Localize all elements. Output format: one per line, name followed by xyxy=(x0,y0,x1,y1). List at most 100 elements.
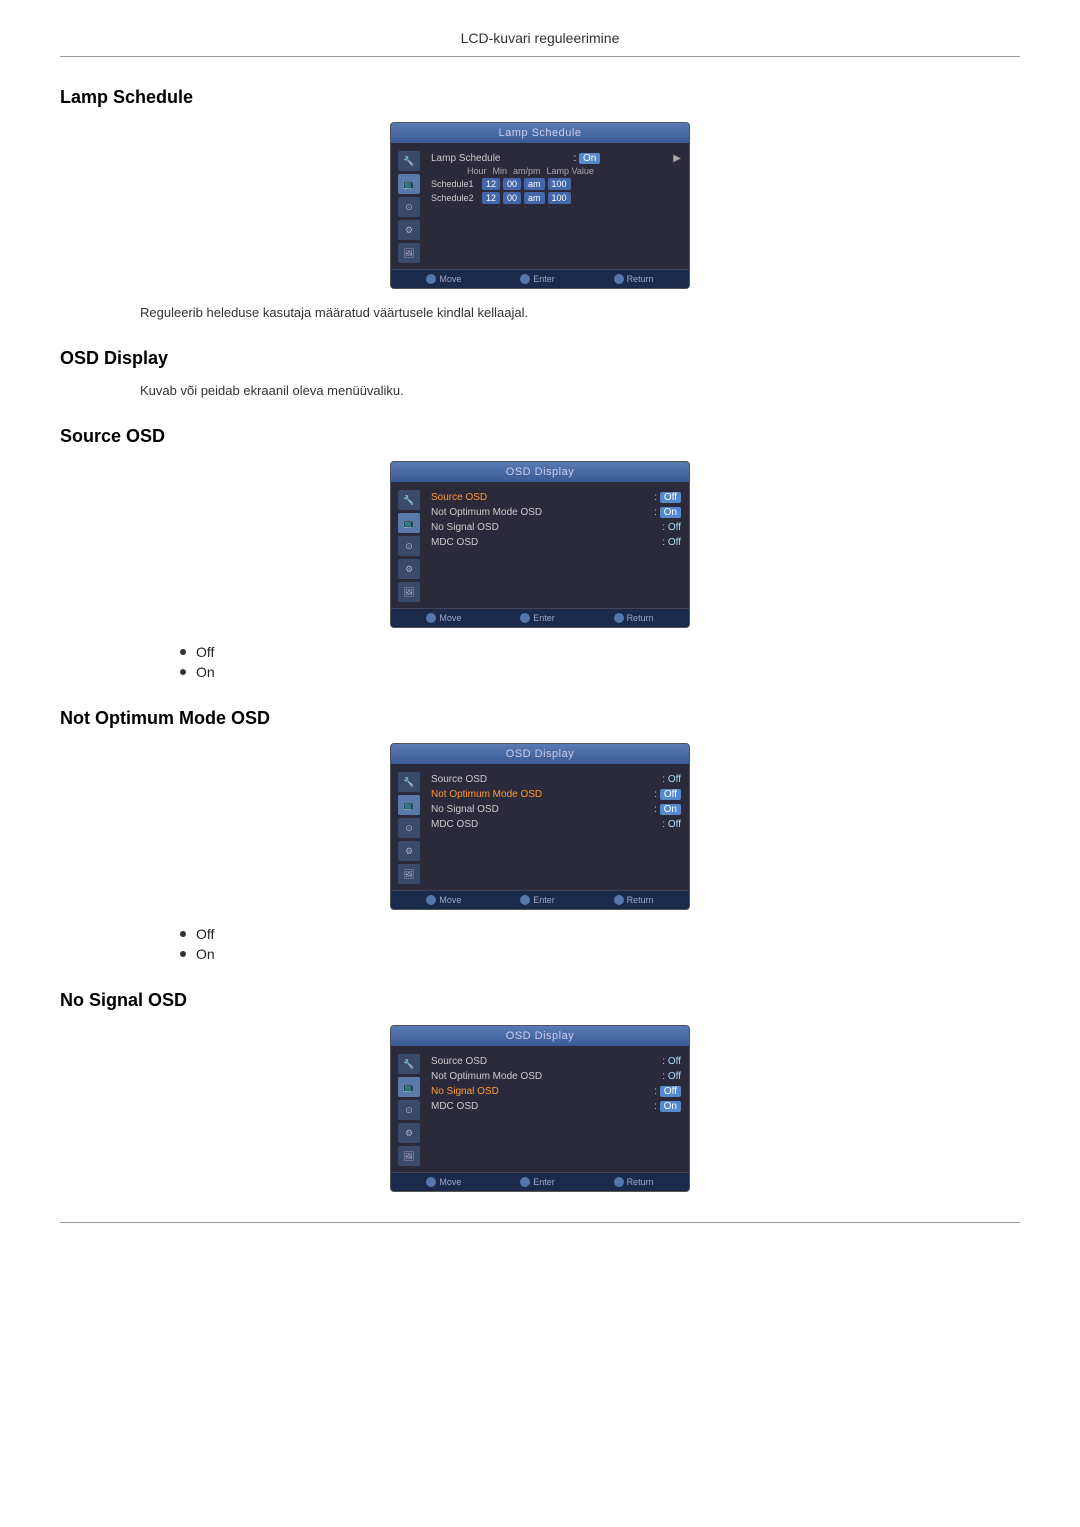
schedule1-ampm: am xyxy=(524,178,545,190)
bullet-off-2: Off xyxy=(180,926,1020,942)
source-osd-title: Source OSD xyxy=(60,426,1020,447)
bullet-off-1: Off xyxy=(180,644,1020,660)
page-footer-divider xyxy=(60,1222,1020,1223)
bullet-dot-4 xyxy=(180,951,186,957)
schedule2-value: 100 xyxy=(548,192,571,204)
ns-value-3: : Off xyxy=(654,1086,681,1097)
footer-move-label-ns: Move xyxy=(439,1177,461,1187)
footer-return-ns: Return xyxy=(614,1177,654,1187)
source-osd-content: Source OSD : Off Not Optimum Mode OSD : … xyxy=(427,488,685,602)
schedule2-row: Schedule2 12 00 am 100 xyxy=(431,192,681,204)
sidebar-icon-1: 🔧 xyxy=(398,151,420,171)
move-icon-s xyxy=(426,613,436,623)
sidebar-icon-2: 📺 xyxy=(398,174,420,194)
header-lamp-value: Lamp Value xyxy=(547,166,594,176)
no-signal-osd-body: 🔧 📺 ⊙ ⚙ 🖼 Source OSD : Off Not Optimum M… xyxy=(391,1046,689,1172)
footer-enter-n: Enter xyxy=(520,895,555,905)
not-opt-row-2: Not Optimum Mode OSD : Off xyxy=(431,787,681,802)
not-optimum-screen: OSD Display 🔧 📺 ⊙ ⚙ 🖼 Source OSD : Off xyxy=(390,743,690,910)
sidebar-icon-ns4: ⚙ xyxy=(398,1123,420,1143)
schedule2-min: 00 xyxy=(503,192,521,204)
ns-value-1: : Off xyxy=(662,1056,681,1067)
ns-row-2: Not Optimum Mode OSD : Off xyxy=(431,1069,681,1084)
sidebar-icon-s1: 🔧 xyxy=(398,490,420,510)
source-osd-row-3: No Signal OSD : Off xyxy=(431,520,681,535)
not-optimum-bullets: Off On xyxy=(180,926,1020,962)
page-container: LCD-kuvari reguleerimine Lamp Schedule L… xyxy=(0,0,1080,1253)
sidebar-icon-n1: 🔧 xyxy=(398,772,420,792)
return-icon-ns xyxy=(614,1177,624,1187)
footer-enter-label-s: Enter xyxy=(533,613,555,623)
bullet-on-label-2: On xyxy=(196,946,215,962)
enter-icon-n xyxy=(520,895,530,905)
source-osd-screen: OSD Display 🔧 📺 ⊙ ⚙ 🖼 Source OSD : Off xyxy=(390,461,690,628)
schedule1-hour: 12 xyxy=(482,178,500,190)
osd-sidebar-ns: 🔧 📺 ⊙ ⚙ 🖼 xyxy=(395,1052,423,1166)
section-no-signal-osd: No Signal OSD OSD Display 🔧 📺 ⊙ ⚙ 🖼 Sour… xyxy=(60,990,1020,1192)
bullet-off-label-1: Off xyxy=(196,644,214,660)
not-opt-row-4: MDC OSD : Off xyxy=(431,817,681,832)
no-signal-osd-content: Source OSD : Off Not Optimum Mode OSD : … xyxy=(427,1052,685,1166)
footer-return-label-n: Return xyxy=(627,895,654,905)
bullet-on-1: On xyxy=(180,664,1020,680)
sidebar-icon-n4: ⚙ xyxy=(398,841,420,861)
no-signal-footer: Move Enter Return xyxy=(391,1172,689,1191)
source-osd-row-1: Source OSD : Off xyxy=(431,490,681,505)
schedule1-min: 00 xyxy=(503,178,521,190)
bullet-dot-2 xyxy=(180,669,186,675)
osd-display-desc: Kuvab või peidab ekraanil oleva menüüval… xyxy=(140,383,1020,398)
source-osd-value-3: : Off xyxy=(662,522,681,533)
osd-sidebar-lamp: 🔧 📺 ⊙ ⚙ 🖼 xyxy=(395,149,423,263)
sidebar-icon-ns2: 📺 xyxy=(398,1077,420,1097)
section-lamp-schedule: Lamp Schedule Lamp Schedule 🔧 📺 ⊙ ⚙ 🖼 xyxy=(60,87,1020,320)
no-signal-screen-title: OSD Display xyxy=(391,1026,689,1046)
sidebar-icon-s5: 🖼 xyxy=(398,582,420,602)
not-opt-label-3: No Signal OSD xyxy=(431,804,650,815)
ns-value-4: : On xyxy=(654,1101,681,1112)
footer-enter-label: Enter xyxy=(533,274,555,284)
not-opt-row-1: Source OSD : Off xyxy=(431,772,681,787)
lamp-schedule-footer: Move Enter Return xyxy=(391,269,689,288)
source-osd-label-2: Not Optimum Mode OSD xyxy=(431,507,650,518)
not-optimum-screen-wrap: OSD Display 🔧 📺 ⊙ ⚙ 🖼 Source OSD : Off xyxy=(60,743,1020,910)
header-hour: Hour xyxy=(467,166,487,176)
ns-row-1: Source OSD : Off xyxy=(431,1054,681,1069)
section-not-optimum-osd: Not Optimum Mode OSD OSD Display 🔧 📺 ⊙ ⚙… xyxy=(60,708,1020,962)
lamp-schedule-arrow: ▶ xyxy=(673,153,681,164)
not-optimum-osd-content: Source OSD : Off Not Optimum Mode OSD : … xyxy=(427,770,685,884)
osd-display-title: OSD Display xyxy=(60,348,1020,369)
not-optimum-osd-body: 🔧 📺 ⊙ ⚙ 🖼 Source OSD : Off Not Optimum M… xyxy=(391,764,689,890)
lamp-schedule-desc: Reguleerib heleduse kasutaja määratud vä… xyxy=(140,305,1020,320)
sidebar-icon-s4: ⚙ xyxy=(398,559,420,579)
ns-row-3: No Signal OSD : Off xyxy=(431,1084,681,1099)
move-icon-n xyxy=(426,895,436,905)
sidebar-icon-4: ⚙ xyxy=(398,220,420,240)
sidebar-icon-n2: 📺 xyxy=(398,795,420,815)
not-opt-value-3: : On xyxy=(654,804,681,815)
not-opt-row-3: No Signal OSD : On xyxy=(431,802,681,817)
schedule2-label: Schedule2 xyxy=(431,193,479,203)
enter-icon-ns xyxy=(520,1177,530,1187)
no-signal-screen: OSD Display 🔧 📺 ⊙ ⚙ 🖼 Source OSD : Off xyxy=(390,1025,690,1192)
schedule2-hour: 12 xyxy=(482,192,500,204)
bullet-on-2: On xyxy=(180,946,1020,962)
footer-return-label: Return xyxy=(627,274,654,284)
footer-enter-label-n: Enter xyxy=(533,895,555,905)
osd-sidebar-nopt: 🔧 📺 ⊙ ⚙ 🖼 xyxy=(395,770,423,884)
ns-label-1: Source OSD xyxy=(431,1056,658,1067)
not-opt-label-1: Source OSD xyxy=(431,774,658,785)
sidebar-icon-ns5: 🖼 xyxy=(398,1146,420,1166)
footer-move-label: Move xyxy=(439,274,461,284)
section-source-osd: Source OSD OSD Display 🔧 📺 ⊙ ⚙ 🖼 S xyxy=(60,426,1020,680)
not-optimum-osd-title: Not Optimum Mode OSD xyxy=(60,708,1020,729)
lamp-schedule-body: 🔧 📺 ⊙ ⚙ 🖼 Lamp Schedule : On xyxy=(391,143,689,269)
header-min: Min xyxy=(493,166,508,176)
return-icon-s xyxy=(614,613,624,623)
schedule1-row: Schedule1 12 00 am 100 xyxy=(431,178,681,190)
lamp-schedule-content: Lamp Schedule : On ▶ Hour Min am/pm xyxy=(427,149,685,263)
ns-label-3: No Signal OSD xyxy=(431,1086,650,1097)
ns-value-2: : Off xyxy=(662,1071,681,1082)
lamp-schedule-screen-wrap: Lamp Schedule 🔧 📺 ⊙ ⚙ 🖼 Lamp Schedule xyxy=(60,122,1020,289)
sidebar-icon-s3: ⊙ xyxy=(398,536,420,556)
not-optimum-footer: Move Enter Return xyxy=(391,890,689,909)
